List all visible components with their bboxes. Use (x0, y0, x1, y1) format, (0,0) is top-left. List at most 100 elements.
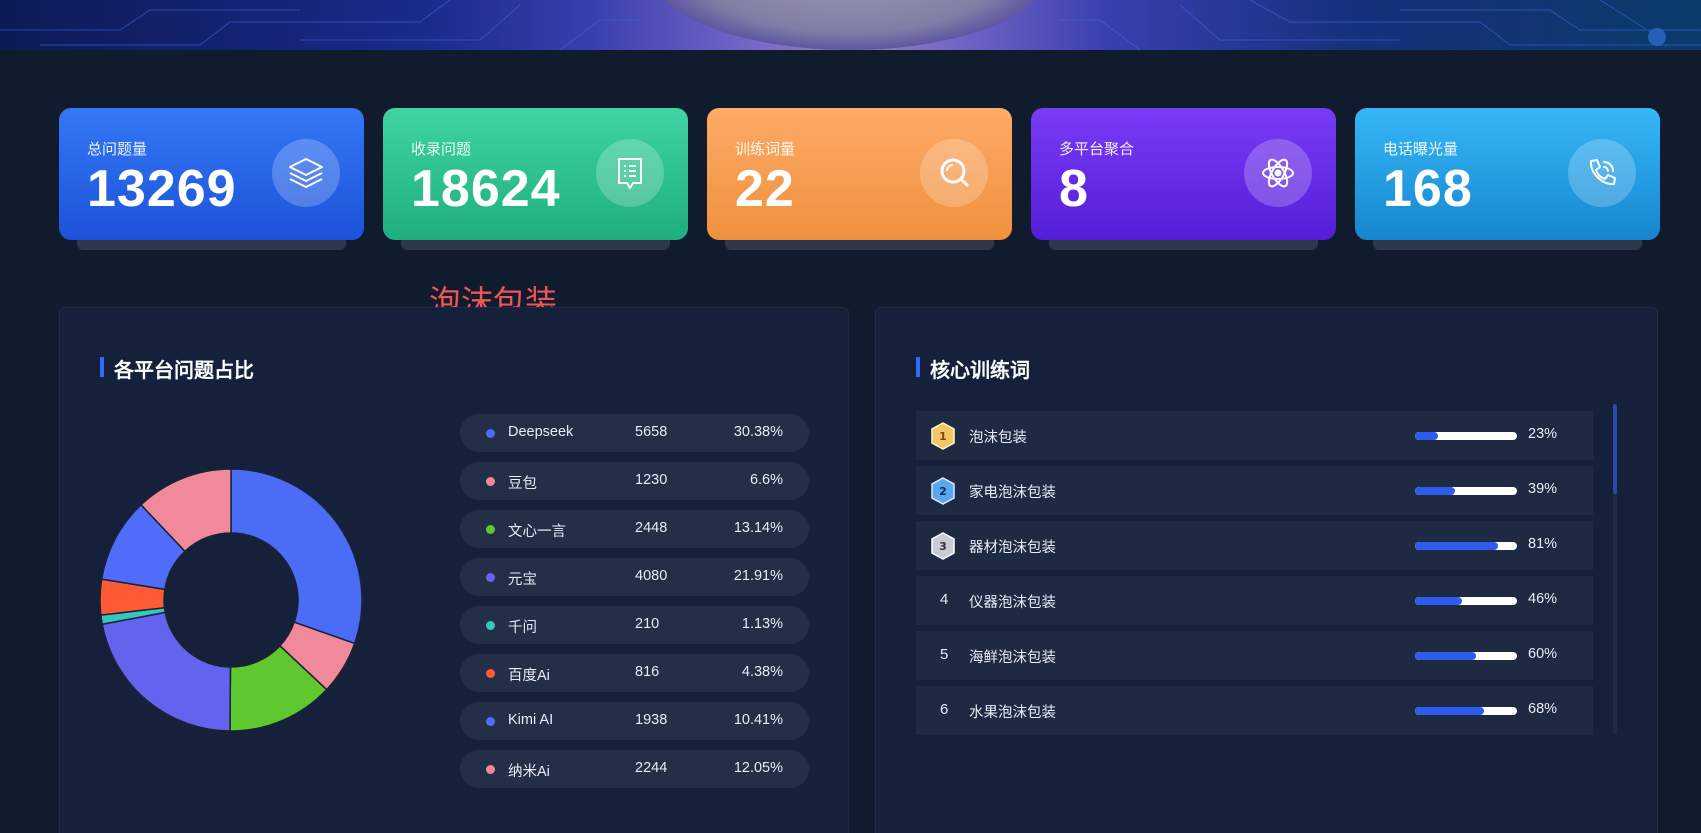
keyword-progress-fill (1415, 542, 1498, 550)
keyword-rank: 6 (940, 701, 949, 718)
legend-percent: 21.91% (733, 568, 783, 584)
legend-item[interactable]: Deepseek 5658 30.38% (460, 414, 809, 452)
legend-item[interactable]: 百度Ai 816 4.38% (460, 654, 809, 692)
keyword-progress-bar (1415, 487, 1517, 495)
search-icon (920, 139, 988, 207)
legend-percent: 30.38% (733, 424, 783, 440)
donut-slice-元宝[interactable] (101, 611, 232, 732)
gold-medal-icon: 1 (931, 422, 955, 450)
keyword-progress-fill (1415, 597, 1462, 605)
keyword-percent: 23% (1528, 426, 1558, 442)
svg-text:3: 3 (939, 540, 947, 553)
legend-item[interactable]: 千问 210 1.13% (460, 606, 809, 644)
keyword-progress-bar (1415, 652, 1517, 660)
legend-percent: 10.41% (733, 712, 783, 728)
stat-card-phone-exposure: 电话曝光量 168 (1355, 108, 1660, 250)
legend-dot (486, 717, 495, 726)
legend-count: 4080 (635, 568, 668, 584)
panel-title: 核心训练词 (916, 354, 1030, 383)
keyword-rank: 4 (940, 591, 949, 608)
atom-icon (1244, 139, 1312, 207)
keyword-percent: 39% (1528, 481, 1558, 497)
panel-title: 各平台问题占比 (100, 354, 254, 383)
circuit-pattern (0, 0, 1701, 50)
legend-name: 文心一言 (508, 524, 566, 540)
keyword-percent: 60% (1528, 646, 1558, 662)
legend-name: 元宝 (508, 572, 537, 588)
legend-count: 2448 (635, 520, 668, 536)
legend-percent: 6.6% (749, 472, 783, 488)
keyword-name: 水果泡沫包装 (969, 705, 1056, 721)
legend-item[interactable]: 豆包 1230 6.6% (460, 462, 809, 500)
legend-dot (486, 573, 495, 582)
phone-icon (1568, 139, 1636, 207)
keyword-rank: 5 (940, 646, 949, 663)
keyword-name: 器材泡沫包装 (969, 540, 1056, 556)
legend-name: Kimi AI (508, 712, 554, 728)
svg-text:2: 2 (939, 485, 947, 498)
legend-percent: 12.05% (733, 760, 783, 776)
platform-donut-chart (99, 468, 363, 732)
legend-name: 豆包 (508, 476, 537, 492)
stat-card-indexed-questions: 收录问题 18624 (383, 108, 688, 250)
header-banner (0, 0, 1701, 50)
list-scrollbar[interactable] (1613, 404, 1617, 734)
keyword-progress-bar (1415, 432, 1517, 440)
legend-name: 百度Ai (508, 668, 550, 684)
keyword-row[interactable]: 1 泡沫包装 23% (916, 411, 1593, 460)
stat-card-platform-aggregation: 多平台聚合 8 (1031, 108, 1336, 250)
legend-dot (486, 765, 495, 774)
keyword-name: 海鲜泡沫包装 (969, 650, 1056, 666)
legend-item[interactable]: 文心一言 2448 13.14% (460, 510, 809, 548)
legend-count: 210 (635, 616, 660, 632)
legend-item[interactable]: Kimi AI 1938 10.41% (460, 702, 809, 740)
keyword-progress-fill (1415, 707, 1485, 715)
legend-count: 5658 (635, 424, 668, 440)
keyword-name: 仪器泡沫包装 (969, 595, 1056, 611)
blue-medal-icon: 2 (931, 477, 955, 505)
keyword-progress-bar (1415, 597, 1517, 605)
legend-count: 2244 (635, 760, 668, 776)
keyword-row[interactable]: 4 仪器泡沫包装 46% (916, 576, 1593, 625)
legend-dot (486, 669, 495, 678)
keyword-row[interactable]: 5 海鲜泡沫包装 60% (916, 631, 1593, 680)
donut-slice-deepseek[interactable] (230, 468, 363, 645)
core-keywords-panel: 核心训练词 1 泡沫包装 23% 2 家电泡沫包装 39% 3 器材泡沫包装 8… (875, 307, 1658, 833)
keyword-percent: 46% (1528, 591, 1558, 607)
legend-dot (486, 525, 495, 534)
keyword-progress-fill (1415, 652, 1477, 660)
legend-count: 1938 (635, 712, 668, 728)
keyword-percent: 68% (1528, 701, 1558, 717)
legend-name: 纳米Ai (508, 764, 550, 780)
keyword-name: 家电泡沫包装 (969, 485, 1056, 501)
keyword-name: 泡沫包装 (969, 430, 1027, 446)
platform-share-panel: 各平台问题占比 Deepseek 5658 30.38% 豆包 1230 6.6… (59, 307, 849, 833)
silver-medal-icon: 3 (931, 532, 955, 560)
keyword-progress-fill (1415, 487, 1455, 495)
scrollbar-thumb[interactable] (1613, 404, 1617, 494)
legend-dot (486, 477, 495, 486)
legend-percent: 13.14% (733, 520, 783, 536)
keyword-percent: 81% (1528, 536, 1558, 552)
legend-name: 千问 (508, 620, 537, 636)
legend-percent: 4.38% (741, 664, 783, 680)
legend-percent: 1.13% (741, 616, 783, 632)
keyword-progress-bar (1415, 707, 1517, 715)
legend-name: Deepseek (508, 424, 574, 440)
keyword-row[interactable]: 2 家电泡沫包装 39% (916, 466, 1593, 515)
legend-count: 816 (635, 664, 660, 680)
svg-text:1: 1 (939, 430, 947, 443)
layers-icon (272, 139, 340, 207)
legend-item[interactable]: 元宝 4080 21.91% (460, 558, 809, 596)
keyword-progress-fill (1415, 432, 1439, 440)
stat-card-total-questions: 总问题量 13269 (59, 108, 364, 250)
legend-dot (486, 429, 495, 438)
legend-item[interactable]: 纳米Ai 2244 12.05% (460, 750, 809, 788)
document-list-icon (596, 139, 664, 207)
keyword-progress-bar (1415, 542, 1517, 550)
legend-dot (486, 621, 495, 630)
legend-count: 1230 (635, 472, 668, 488)
keyword-row[interactable]: 6 水果泡沫包装 68% (916, 686, 1593, 735)
keyword-row[interactable]: 3 器材泡沫包装 81% (916, 521, 1593, 570)
stat-card-training-words: 训练词量 22 (707, 108, 1012, 250)
